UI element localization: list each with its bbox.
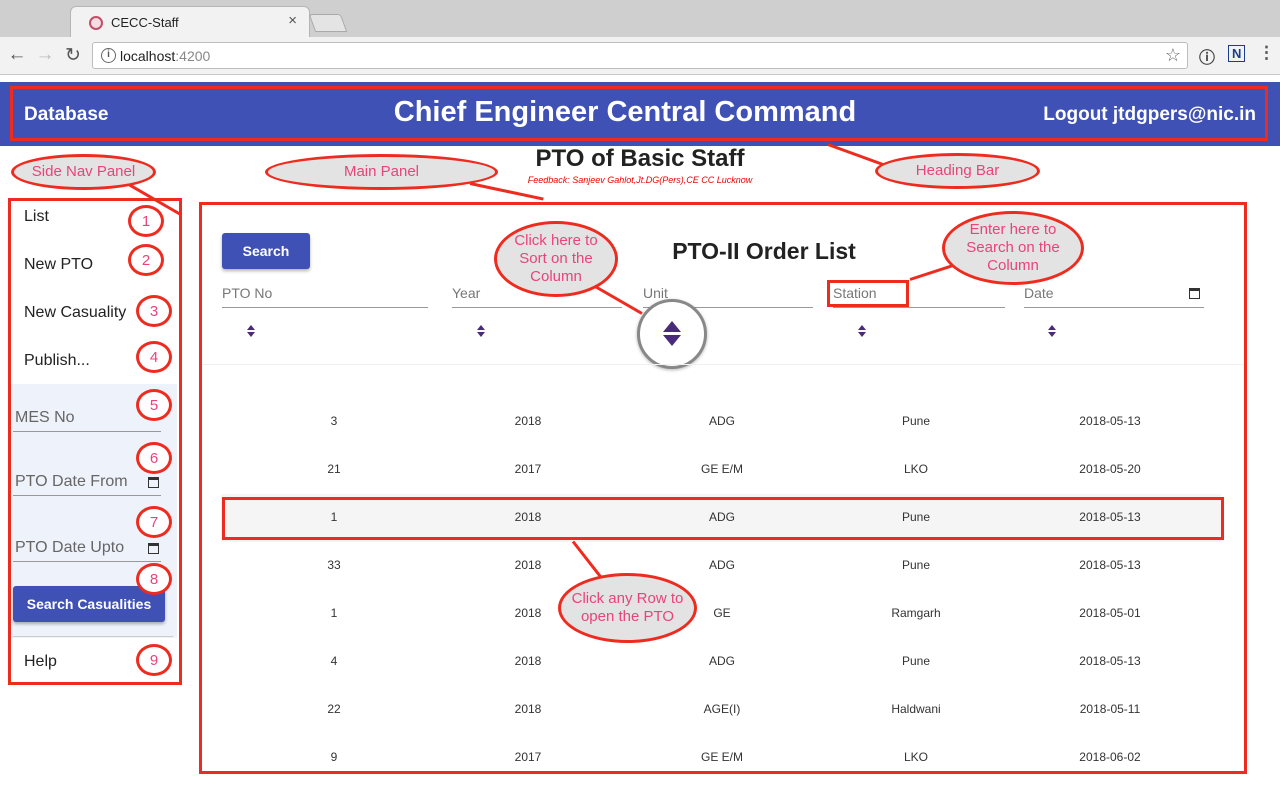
- annotation-row-box: [222, 497, 1224, 540]
- annotation-number: 6: [136, 442, 172, 474]
- annotation-side-nav-panel: Side Nav Panel: [11, 154, 156, 190]
- annotation-heading-box: [10, 86, 1268, 141]
- browser-toolbar: ← → ↻ i localhost:4200 ☆ ⓘ N ⋮: [0, 37, 1280, 75]
- annotation-number: 8: [136, 563, 172, 595]
- annotation-sort-hint: Click here to Sort on the Column: [494, 221, 618, 297]
- annotation-number: 9: [136, 644, 172, 676]
- tab-title: CECC-Staff: [111, 15, 179, 30]
- url-text: localhost:4200: [120, 48, 211, 64]
- annotation-number: 2: [128, 244, 164, 276]
- forward-icon[interactable]: →: [34, 44, 56, 66]
- extension-n-icon[interactable]: N: [1228, 45, 1246, 62]
- close-tab-icon[interactable]: ×: [288, 12, 297, 29]
- annotation-heading-bar: Heading Bar: [875, 153, 1040, 189]
- annotation-row-hint: Click any Row to open the PTO: [558, 573, 697, 643]
- reload-icon[interactable]: ↻: [62, 44, 84, 67]
- address-bar[interactable]: i localhost:4200 ☆: [92, 42, 1188, 69]
- annotation-main-panel: Main Panel: [265, 154, 498, 190]
- back-icon[interactable]: ←: [6, 44, 28, 66]
- bookmark-star-icon[interactable]: ☆: [1165, 45, 1181, 66]
- info-icon[interactable]: i: [101, 48, 116, 63]
- new-tab-button[interactable]: [308, 14, 348, 32]
- browser-tabstrip: CECC-Staff ×: [0, 0, 1280, 37]
- feedback-text: Feedback: Sanjeev Gahlot,Jt.DG(Pers),CE …: [527, 175, 753, 185]
- annotation-number: 5: [136, 389, 172, 421]
- annotation-number: 4: [136, 341, 172, 373]
- extension-info-icon[interactable]: ⓘ: [1199, 44, 1215, 68]
- menu-icon[interactable]: ⋮: [1258, 43, 1275, 63]
- annotation-search-hint: Enter here to Search on the Column: [942, 211, 1084, 285]
- page-title: PTO of Basic Staff: [535, 145, 745, 172]
- annotation-number: 1: [128, 205, 164, 237]
- annotation-main-box: [199, 202, 1247, 774]
- browser-tab[interactable]: CECC-Staff ×: [70, 6, 310, 37]
- annotation-station-box: [827, 280, 909, 307]
- favicon-icon: [89, 16, 103, 30]
- annotation-number: 3: [136, 295, 172, 327]
- annotation-number: 7: [136, 506, 172, 538]
